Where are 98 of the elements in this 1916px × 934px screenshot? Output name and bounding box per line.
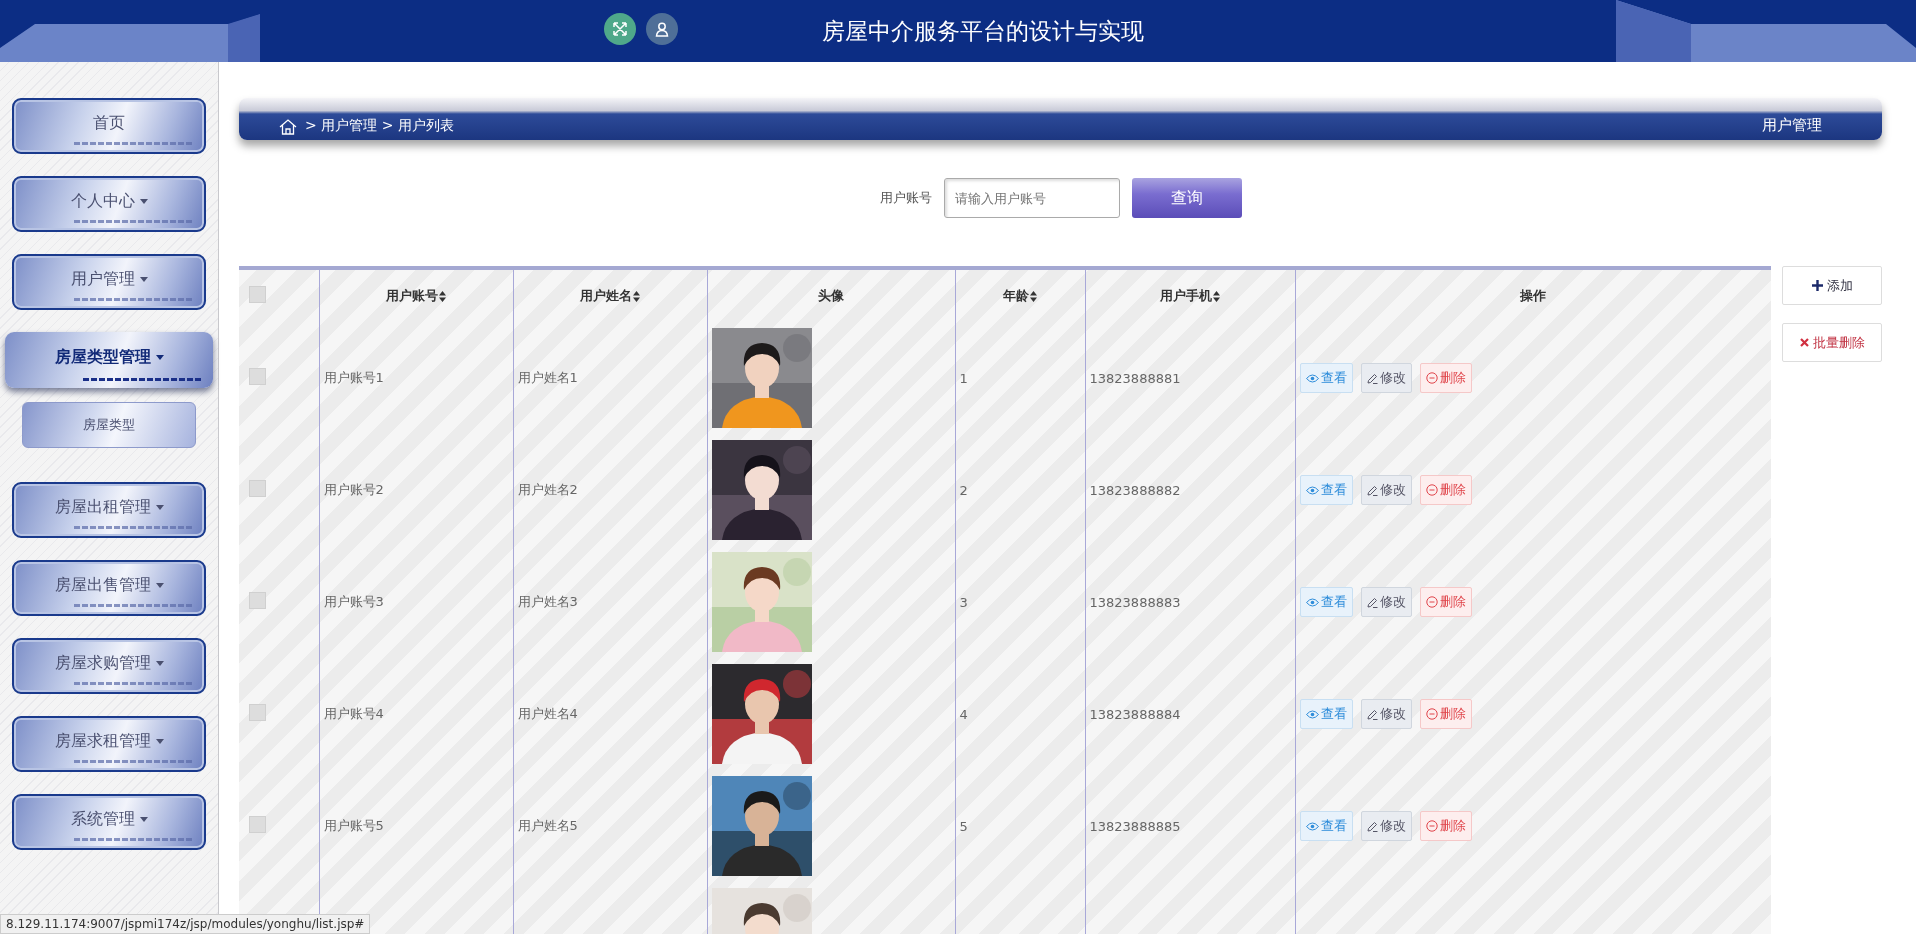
minus-circle-icon bbox=[1425, 596, 1438, 608]
column-header: 头像 bbox=[818, 287, 844, 305]
search-label: 用户账号 bbox=[879, 189, 932, 207]
user-icon[interactable] bbox=[646, 13, 678, 45]
view-button[interactable]: 查看 bbox=[1299, 699, 1353, 729]
edit-button[interactable]: 修改 bbox=[1360, 363, 1412, 393]
column-header: 年龄 bbox=[1003, 287, 1029, 305]
table-cell: 13823888882 bbox=[1089, 482, 1181, 498]
table-cell: 用户账号1 bbox=[323, 370, 384, 385]
sidebar-item[interactable]: 房屋出售管理 bbox=[12, 560, 206, 616]
table-cell: 13823888884 bbox=[1089, 706, 1181, 722]
column-header: 操作 bbox=[1520, 287, 1547, 305]
minus-circle-icon bbox=[1425, 708, 1438, 720]
page-title: 用户管理 bbox=[1762, 116, 1822, 135]
sidebar-item[interactable]: 个人中心 bbox=[12, 176, 206, 232]
status-url: 8.129.11.174:9007/jspmi174z/jsp/modules/yonghu/list.jsp# bbox=[0, 914, 371, 934]
delete-button[interactable]: 删除 bbox=[1419, 587, 1472, 617]
checkbox[interactable] bbox=[249, 368, 266, 385]
table-cell: 用户姓名2 bbox=[517, 482, 578, 497]
pencil-icon bbox=[1366, 372, 1378, 384]
caret-icon bbox=[139, 816, 148, 822]
caret-icon bbox=[139, 198, 148, 204]
eye-icon bbox=[1305, 821, 1319, 831]
table-cell: 用户账号5 bbox=[323, 818, 384, 833]
edit-button[interactable]: 修改 bbox=[1360, 811, 1412, 841]
table-cell: 用户姓名4 bbox=[517, 706, 578, 721]
table-cell: 用户姓名3 bbox=[517, 594, 578, 609]
pencil-icon bbox=[1366, 596, 1378, 608]
minus-circle-icon bbox=[1425, 372, 1438, 384]
table-cell: 1 bbox=[959, 370, 968, 386]
checkbox[interactable] bbox=[249, 480, 266, 497]
view-button[interactable]: 查看 bbox=[1299, 587, 1353, 617]
column-header: 用户姓名 bbox=[580, 287, 632, 305]
eye-icon bbox=[1305, 373, 1319, 383]
caret-icon bbox=[155, 738, 164, 744]
sidebar-item[interactable]: 首页 bbox=[12, 98, 206, 154]
sidebar-item[interactable]: 房屋出租管理 bbox=[12, 482, 206, 538]
column-header: 用户账号 bbox=[386, 287, 438, 305]
table-cell: 用户账号2 bbox=[323, 482, 384, 497]
sort-icon bbox=[1030, 290, 1037, 302]
view-button[interactable]: 查看 bbox=[1299, 363, 1353, 393]
table-cell: 13823888881 bbox=[1089, 370, 1181, 386]
batch-delete-button[interactable]: 批量删除 bbox=[1782, 323, 1882, 362]
submenu-item[interactable]: 房屋类型 bbox=[22, 402, 196, 448]
edit-button[interactable]: 修改 bbox=[1360, 475, 1412, 505]
eye-icon bbox=[1305, 709, 1319, 719]
checkbox[interactable] bbox=[249, 704, 266, 721]
column-header: 用户手机 bbox=[1160, 287, 1212, 305]
table-cell: 用户账号3 bbox=[323, 594, 384, 609]
app-title: 房屋中介服务平台的设计与实现 bbox=[822, 16, 1144, 46]
table-cell: 5 bbox=[959, 818, 968, 834]
edit-button[interactable]: 修改 bbox=[1360, 587, 1412, 617]
close-icon bbox=[1799, 338, 1809, 347]
breadcrumb-trail: > 用户管理 > 用户列表 bbox=[305, 117, 455, 135]
pencil-icon bbox=[1366, 484, 1378, 496]
minus-circle-icon bbox=[1425, 820, 1438, 832]
caret-icon bbox=[155, 660, 164, 666]
table-cell: 13823888885 bbox=[1089, 818, 1181, 834]
table-cell: 用户姓名5 bbox=[517, 818, 578, 833]
search-button[interactable]: 查询 bbox=[1131, 178, 1242, 218]
add-button[interactable]: 添加 bbox=[1782, 266, 1882, 305]
eye-icon bbox=[1305, 485, 1319, 495]
sort-icon bbox=[633, 290, 640, 302]
home-icon[interactable] bbox=[279, 119, 297, 135]
delete-button[interactable]: 删除 bbox=[1419, 811, 1472, 841]
plus-icon bbox=[1811, 280, 1823, 291]
caret-icon bbox=[155, 504, 164, 510]
pencil-icon bbox=[1366, 820, 1378, 832]
caret-icon bbox=[155, 582, 164, 588]
sidebar-item[interactable]: 房屋求购管理 bbox=[12, 638, 206, 694]
eye-icon bbox=[1305, 597, 1319, 607]
edit-button[interactable]: 修改 bbox=[1360, 699, 1412, 729]
search-field[interactable]: 请输入用户账号 bbox=[943, 178, 1120, 218]
checkbox[interactable] bbox=[249, 816, 266, 833]
table-cell: 4 bbox=[959, 706, 968, 722]
sidebar-item[interactable]: 用户管理 bbox=[12, 254, 206, 310]
caret-icon bbox=[139, 276, 148, 282]
checkbox[interactable] bbox=[249, 286, 266, 303]
delete-button[interactable]: 删除 bbox=[1419, 363, 1472, 393]
table-cell: 3 bbox=[959, 594, 968, 610]
delete-button[interactable]: 删除 bbox=[1419, 699, 1472, 729]
caret-icon bbox=[155, 354, 164, 360]
table-cell: 用户账号4 bbox=[323, 706, 384, 721]
pencil-icon bbox=[1366, 708, 1378, 720]
fullscreen-icon[interactable] bbox=[604, 13, 636, 45]
checkbox[interactable] bbox=[249, 592, 266, 609]
table-cell: 2 bbox=[959, 482, 968, 498]
view-button[interactable]: 查看 bbox=[1299, 475, 1353, 505]
delete-button[interactable]: 删除 bbox=[1419, 475, 1472, 505]
view-button[interactable]: 查看 bbox=[1299, 811, 1353, 841]
minus-circle-icon bbox=[1425, 484, 1438, 496]
table-cell: 用户姓名1 bbox=[517, 370, 578, 385]
sidebar-item[interactable]: 系统管理 bbox=[12, 794, 206, 850]
table-cell: 13823888883 bbox=[1089, 594, 1181, 610]
sort-icon bbox=[1213, 290, 1220, 302]
sort-icon bbox=[439, 290, 446, 302]
sidebar-item[interactable]: 房屋求租管理 bbox=[12, 716, 206, 772]
sidebar-item[interactable]: 房屋类型管理 bbox=[5, 332, 213, 388]
